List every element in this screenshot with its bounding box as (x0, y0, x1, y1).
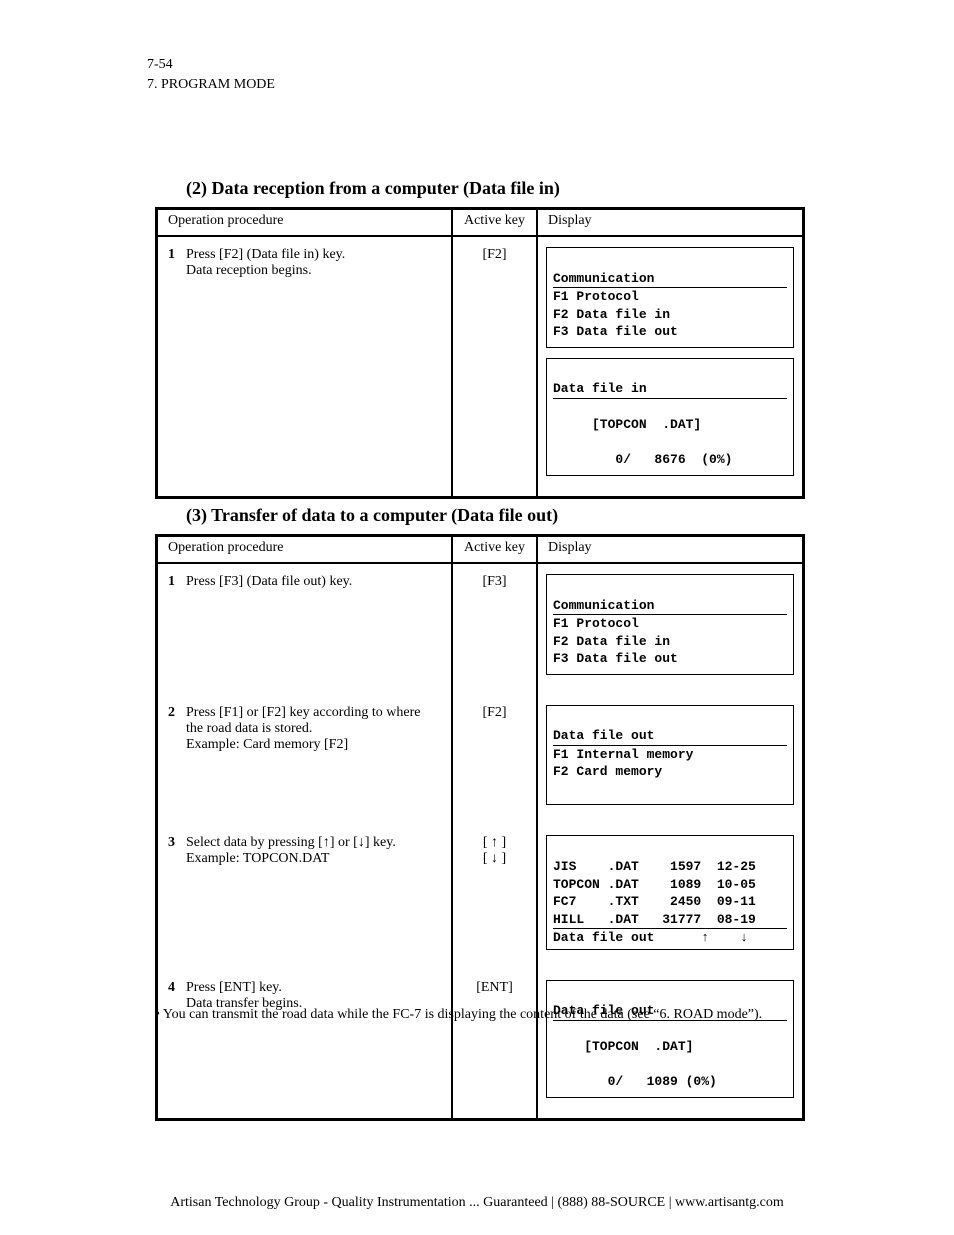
screen-title: Communication (553, 597, 787, 616)
screen-line: F1 Internal memory (553, 747, 693, 762)
screen-line: F2 Card memory (553, 764, 662, 779)
step-example: Example: TOPCON.DAT (186, 851, 441, 867)
subsection-number: (2) (186, 178, 212, 198)
down-arrow-icon: ↓ (358, 835, 365, 850)
file-row: FC7 .TXT 2450 09-11 (553, 894, 756, 909)
subsection-text: Data reception from a computer (Data fil… (212, 178, 560, 198)
procedure-table-2: Operation procedure Active key Display 1… (155, 534, 805, 1121)
file-row: TOPCON .DAT 1089 10-05 (553, 877, 756, 892)
up-arrow-icon: ↑ (323, 835, 330, 850)
subsection-title-1: (2) Data reception from a computer (Data… (186, 178, 560, 199)
section-header: 7. PROGRAM MODE (147, 77, 275, 93)
active-key-cell: [ENT] (453, 970, 538, 1118)
screen-line: 0/ 1089 (0%) (553, 1074, 717, 1089)
operation-cell: 1 Press [F2] (Data file in) key. Data re… (158, 237, 453, 496)
note-bullet: • You can transmit the road data while t… (155, 1007, 805, 1023)
screen-line: F1 Protocol (553, 289, 639, 304)
screen-title: Data file in (553, 380, 787, 399)
screen-footer: Data file out ↑ ↓ (553, 928, 787, 947)
lcd-screen: Communication F1 Protocol F2 Data file i… (546, 247, 794, 348)
lcd-screen: JIS .DAT 1597 12-25 TOPCON .DAT 1089 10-… (546, 835, 794, 949)
screen-line: F1 Protocol (553, 616, 639, 631)
step-number: 2 (168, 705, 186, 753)
table-row: 1 Press [F3] (Data file out) key. [F3] C… (158, 564, 802, 695)
step-example: Example: Card memory [F2] (186, 737, 441, 753)
step-text: Select data by pressing [↑] or [↓] key. (186, 835, 441, 851)
screen-line: F3 Data file out (553, 324, 678, 339)
operation-cell: 2 Press [F1] or [F2] key according to wh… (158, 695, 453, 826)
lcd-screen: Data file out F1 Internal memory F2 Card… (546, 705, 794, 806)
display-cell: Communication F1 Protocol F2 Data file i… (538, 237, 802, 496)
file-row: JIS .DAT 1597 12-25 (553, 859, 756, 874)
display-cell: Data file out F1 Internal memory F2 Card… (538, 695, 802, 826)
step-number: 1 (168, 247, 186, 279)
screen-title: Data file out (553, 727, 787, 746)
table-header: Operation procedure Active key Display (158, 537, 802, 564)
screen-line: [TOPCON .DAT] (553, 417, 701, 432)
screen-line: [TOPCON .DAT] (553, 1039, 693, 1054)
operation-cell: 1 Press [F3] (Data file out) key. (158, 564, 453, 695)
display-cell: Communication F1 Protocol F2 Data file i… (538, 564, 802, 695)
col-display: Display (538, 210, 802, 235)
col-active-key: Active key (453, 210, 538, 235)
screen-line: F3 Data file out (553, 651, 678, 666)
active-key-cell: [F3] (453, 564, 538, 695)
col-operation: Operation procedure (158, 210, 453, 235)
step-text: Press [F3] (Data file out) key. (186, 574, 441, 590)
table-row: 3 Select data by pressing [↑] or [↓] key… (158, 825, 802, 969)
step-text: Data reception begins. (186, 263, 441, 279)
display-cell: Data file out [TOPCON .DAT] 0/ 1089 (0%) (538, 970, 802, 1118)
subsection-number: (3) (186, 505, 211, 525)
col-operation: Operation procedure (158, 537, 453, 562)
step-number: 3 (168, 835, 186, 867)
screen-line: F2 Data file in (553, 634, 670, 649)
display-cell: JIS .DAT 1597 12-25 TOPCON .DAT 1089 10-… (538, 825, 802, 969)
col-display: Display (538, 537, 802, 562)
file-row: HILL .DAT 31777 08-19 (553, 912, 756, 927)
page-number: 7-54 (147, 57, 173, 73)
subsection-text: Transfer of data to a computer (Data fil… (211, 505, 558, 525)
lcd-screen: Data file in [TOPCON .DAT] 0/ 8676 (0%) (546, 358, 794, 476)
operation-cell: 4 Press [ENT] key. Data transfer begins. (158, 970, 453, 1118)
lcd-screen: Communication F1 Protocol F2 Data file i… (546, 574, 794, 675)
table-row: 1 Press [F2] (Data file in) key. Data re… (158, 237, 802, 496)
table-row: 4 Press [ENT] key. Data transfer begins.… (158, 970, 802, 1118)
subsection-title-2: (3) Transfer of data to a computer (Data… (186, 505, 558, 526)
operation-cell: 3 Select data by pressing [↑] or [↓] key… (158, 825, 453, 969)
step-text: Press [ENT] key. (186, 980, 441, 996)
table-row: 2 Press [F1] or [F2] key according to wh… (158, 695, 802, 826)
step-number: 1 (168, 574, 186, 590)
active-key-cell: [F2] (453, 237, 538, 496)
step-text: Press [F1] or [F2] key according to wher… (186, 705, 441, 737)
active-key-cell: [F2] (453, 695, 538, 826)
lcd-screen: Data file out [TOPCON .DAT] 0/ 1089 (0%) (546, 980, 794, 1098)
page-footer: Artisan Technology Group - Quality Instr… (0, 1195, 954, 1211)
col-active-key: Active key (453, 537, 538, 562)
active-key-cell: [ ↑ ] [ ↓ ] (453, 825, 538, 969)
screen-line: F2 Data file in (553, 307, 670, 322)
step-text: Press [F2] (Data file in) key. (186, 247, 441, 263)
procedure-table-1: Operation procedure Active key Display 1… (155, 207, 805, 499)
screen-line: 0/ 8676 (0%) (553, 452, 732, 467)
screen-title: Communication (553, 270, 787, 289)
table-header: Operation procedure Active key Display (158, 210, 802, 237)
